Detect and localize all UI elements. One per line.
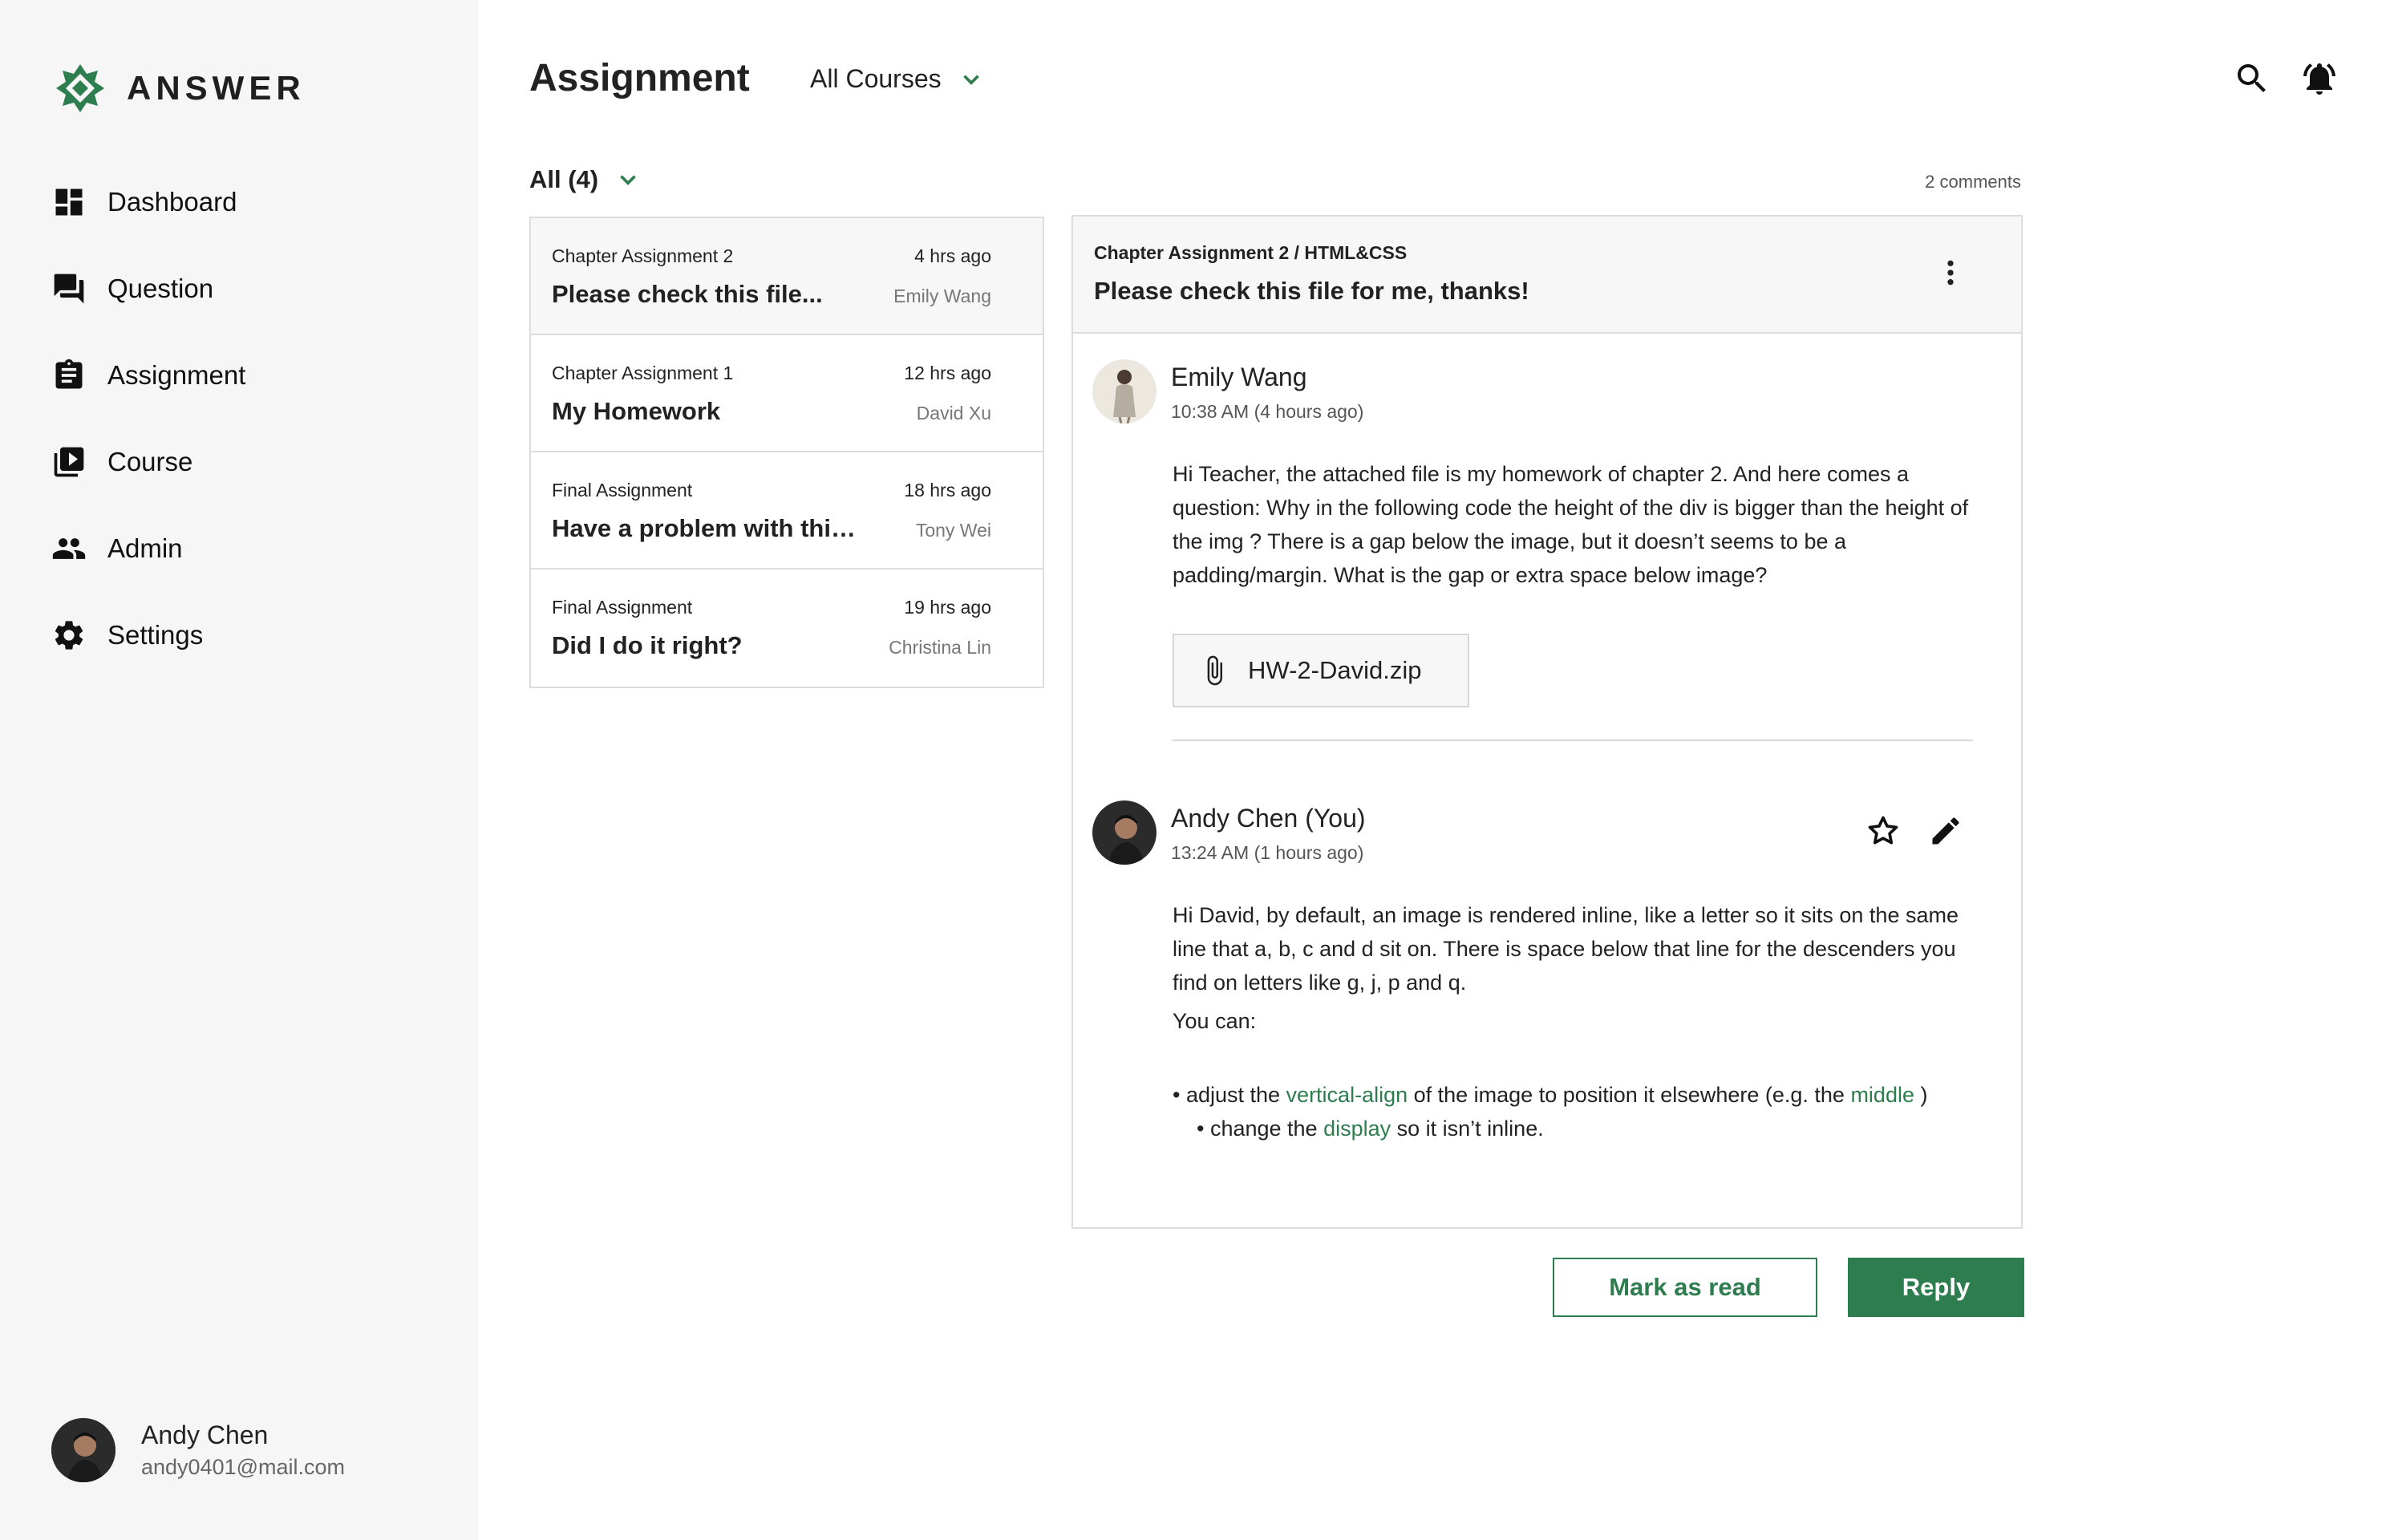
bullet-text: )	[1914, 1083, 1928, 1107]
forum-icon	[54, 274, 84, 304]
list-item-author: Christina Lin	[889, 637, 991, 658]
middle-link[interactable]: middle	[1850, 1083, 1914, 1107]
list-item-title: My Homework	[552, 397, 721, 425]
list-item[interactable]: Chapter Assignment 1 My Homework 12 hrs …	[531, 335, 1043, 452]
brand[interactable]: ANSWER	[55, 63, 306, 114]
top-actions	[2233, 59, 2339, 98]
sidebar-item-assignment[interactable]: Assignment	[51, 332, 245, 419]
list-item-time: 12 hrs ago	[904, 363, 991, 383]
attachment-name: HW-2-David.zip	[1248, 656, 1422, 684]
comment-author: Emily Wang	[1171, 363, 1307, 391]
chevron-down-icon	[962, 74, 979, 85]
list-item-time: 18 hrs ago	[904, 480, 991, 500]
list-item-author: Tony Wei	[915, 520, 991, 541]
paperclip-icon	[1207, 655, 1222, 686]
sidebar-item-admin[interactable]: Admin	[51, 505, 245, 592]
reply-paragraph-2: You can:	[1173, 1009, 1257, 1033]
assignment-filter-dropdown[interactable]: All (4)	[529, 165, 642, 194]
andy-avatar-icon	[1092, 800, 1157, 865]
reply-bullets: • adjust the vertical-align of the image…	[1173, 1078, 1983, 1145]
more-options-icon[interactable]	[1934, 257, 1967, 289]
course-filter-dropdown[interactable]: All Courses	[810, 64, 985, 94]
user-name: Andy Chen	[141, 1420, 269, 1449]
sidebar-nav: Dashboard Question Assignment Course Adm…	[51, 159, 245, 679]
bullet-text: • change the	[1197, 1116, 1324, 1141]
sidebar-item-label: Assignment	[107, 360, 246, 390]
comment-body: Hi Teacher, the attached file is my home…	[1173, 462, 1969, 587]
list-item-author: Emily Wang	[893, 286, 991, 306]
vertical-align-link[interactable]: vertical-align	[1286, 1083, 1408, 1107]
list-item-title: Please check this file...	[552, 280, 823, 308]
comment-andy: Andy Chen (You) 13:24 AM (1 hours ago) H…	[1092, 800, 2002, 1202]
user-avatar-icon	[51, 1418, 115, 1482]
comment-time: 13:24 AM (1 hours ago)	[1171, 842, 1364, 863]
page-title: Assignment	[529, 57, 750, 99]
bullet-text: so it isn’t inline.	[1391, 1116, 1544, 1141]
assignment-list: Chapter Assignment 2 Please check this f…	[529, 217, 1044, 688]
user-profile[interactable]: Andy Chen andy0401@mail.com	[51, 1418, 345, 1482]
comments-count: 2 comments	[1925, 172, 2021, 192]
dashboard-icon	[55, 188, 83, 216]
user-email: andy0401@mail.com	[141, 1455, 346, 1479]
sidebar-item-label: Question	[107, 274, 214, 303]
comment-emily: Emily Wang 10:38 AM (4 hours ago) Hi Tea…	[1092, 359, 2002, 760]
attachment-file[interactable]: HW-2-David.zip	[1173, 634, 1469, 707]
bullet-text: • adjust the	[1173, 1083, 1286, 1107]
list-item[interactable]: Final Assignment Have a problem with thi…	[531, 452, 1043, 569]
edit-pencil-icon[interactable]	[1928, 813, 1963, 849]
sidebar-item-label: Course	[107, 447, 193, 476]
comment-body: Hi David, by default, an image is render…	[1173, 898, 1983, 999]
video-library-icon	[54, 447, 84, 477]
search-icon[interactable]	[2233, 59, 2271, 98]
detail-header: Chapter Assignment 2 / HTML&CSS Please c…	[1073, 217, 2021, 334]
assignment-filter-label: All (4)	[529, 165, 599, 193]
reply-bullet-2: • change the display so it isn’t inline.	[1173, 1112, 1983, 1145]
star-icon[interactable]	[1865, 813, 1901, 849]
bullet-text: of the image to position it elsewhere (e…	[1408, 1083, 1851, 1107]
sidebar-item-question[interactable]: Question	[51, 245, 245, 332]
reply-button[interactable]: Reply	[1848, 1258, 2024, 1317]
list-item[interactable]: Final Assignment Did I do it right? 19 h…	[531, 569, 1043, 687]
people-icon	[52, 538, 86, 559]
list-item-time: 19 hrs ago	[904, 597, 991, 618]
list-item-time: 4 hrs ago	[914, 245, 991, 266]
avatar	[1092, 359, 1157, 424]
course-filter-label: All Courses	[810, 64, 942, 93]
comment-author: Andy Chen (You)	[1171, 804, 1366, 833]
sidebar-item-dashboard[interactable]: Dashboard	[51, 159, 245, 245]
comment-actions	[1865, 813, 1963, 849]
comment-time: 10:38 AM (4 hours ago)	[1171, 401, 1364, 422]
avatar	[1092, 800, 1157, 865]
list-item[interactable]: Chapter Assignment 2 Please check this f…	[531, 218, 1043, 335]
divider	[1173, 740, 1973, 741]
list-item-title: Have a problem with this...	[552, 514, 865, 542]
notification-bell-icon[interactable]	[2300, 59, 2339, 98]
sidebar-item-label: Dashboard	[107, 187, 237, 217]
answer-logo-icon	[56, 64, 104, 112]
chevron-down-icon	[620, 175, 636, 185]
display-link[interactable]: display	[1323, 1116, 1391, 1141]
list-item-title: Did I do it right?	[552, 631, 743, 659]
clipboard-icon	[55, 359, 83, 389]
mark-as-read-button[interactable]: Mark as read	[1553, 1258, 1817, 1317]
emily-avatar-icon	[1092, 359, 1157, 424]
sidebar-item-settings[interactable]: Settings	[51, 592, 245, 679]
detail-title: Please check this file for me, thanks!	[1094, 277, 1529, 305]
avatar	[51, 1418, 115, 1482]
sidebar-item-course[interactable]: Course	[51, 419, 245, 505]
brand-name: ANSWER	[127, 69, 306, 107]
reply-bullet-1: • adjust the vertical-align of the image…	[1173, 1078, 1983, 1112]
list-item-author: David Xu	[916, 403, 991, 424]
reply-paragraph-1: Hi David, by default, an image is render…	[1173, 903, 1959, 995]
detail-chapter: Chapter Assignment 2 / HTML&CSS	[1094, 242, 1408, 263]
sidebar: ANSWER Dashboard Question Assignment Cou…	[0, 0, 478, 1540]
gear-icon	[55, 621, 83, 650]
sidebar-item-label: Admin	[107, 533, 183, 563]
sidebar-item-label: Settings	[107, 620, 204, 650]
assignment-detail: Chapter Assignment 2 / HTML&CSS Please c…	[1071, 215, 2023, 1229]
